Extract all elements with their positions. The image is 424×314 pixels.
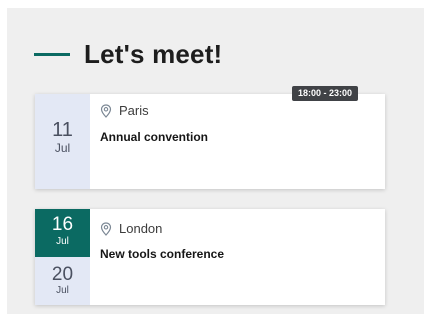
event-date-month: Jul xyxy=(54,141,71,155)
map-pin-icon xyxy=(100,103,112,118)
event-date-column: 11 Jul xyxy=(35,94,90,189)
section-title: Let's meet! xyxy=(84,38,223,69)
map-pin-icon xyxy=(100,221,112,236)
event-location: Paris xyxy=(100,103,149,118)
heading-accent-bar xyxy=(34,52,70,56)
event-end-date: 20 Jul xyxy=(35,264,90,297)
event-end-month: Jul xyxy=(56,285,69,296)
event-start-day: 16 xyxy=(51,214,74,235)
event-card-annual-convention[interactable]: 11 Jul Paris Annual convention xyxy=(35,94,385,189)
section-heading: Let's meet! xyxy=(34,39,222,69)
event-location-label: Paris xyxy=(119,103,149,118)
event-title: Annual convention xyxy=(100,130,208,144)
event-end-day: 20 xyxy=(51,264,74,285)
event-location-label: London xyxy=(119,221,163,236)
event-location: London xyxy=(100,221,162,236)
event-date-column: 16 Jul 20 Jul xyxy=(35,209,90,305)
event-title: New tools conference xyxy=(100,247,225,261)
event-start-date: 16 Jul xyxy=(35,209,90,257)
event-date-day: 11 xyxy=(52,119,73,141)
event-start-month: Jul xyxy=(56,236,69,247)
event-card-new-tools-conference[interactable]: 16 Jul 20 Jul London New tools conferenc… xyxy=(35,209,385,305)
event-date: 11 Jul xyxy=(35,119,90,155)
event-time-badge: 18:00 - 23:00 xyxy=(292,86,359,101)
